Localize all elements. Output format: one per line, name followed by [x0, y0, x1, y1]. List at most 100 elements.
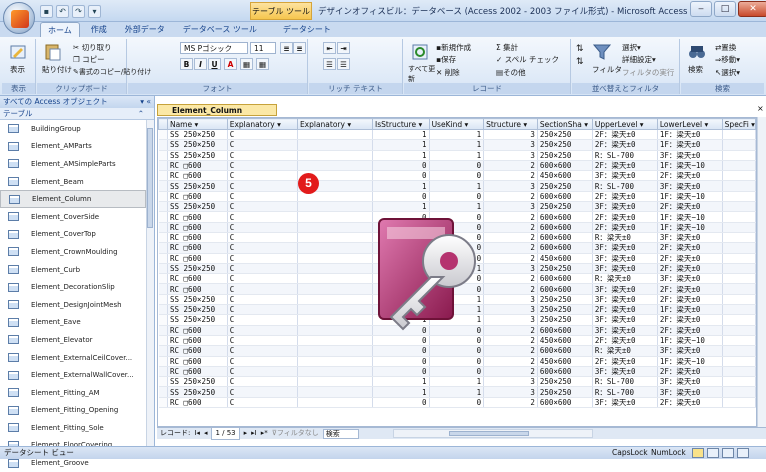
- table-cell[interactable]: RC □600: [167, 253, 228, 264]
- table-cell[interactable]: 600×600: [537, 160, 593, 172]
- table-cell[interactable]: C: [227, 335, 298, 347]
- table-row[interactable]: SS 250×250C113250×2503F：梁天±02F：梁天±0: [158, 201, 756, 213]
- table-cell[interactable]: 600×600: [537, 397, 593, 409]
- table-cell[interactable]: [722, 283, 756, 295]
- table-cell[interactable]: [722, 335, 756, 347]
- view-button-label[interactable]: 表示: [10, 64, 25, 75]
- delete-record-button[interactable]: ✕ 削除: [436, 67, 460, 78]
- table-cell[interactable]: [722, 386, 756, 398]
- table-cell[interactable]: 0: [429, 191, 485, 203]
- sort-ascending-icon[interactable]: ⇅: [576, 44, 584, 54]
- table-cell[interactable]: 600×600: [537, 366, 593, 378]
- table-cell[interactable]: [722, 160, 756, 172]
- nav-table-item[interactable]: Element_ExternalCeilCover...: [0, 349, 146, 367]
- table-cell[interactable]: 1F：梁天−10: [657, 191, 723, 203]
- column-header[interactable]: Explanatory ▾: [296, 118, 374, 130]
- table-cell[interactable]: 2F：梁天±0: [592, 304, 658, 316]
- table-cell[interactable]: [297, 366, 374, 378]
- table-cell[interactable]: C: [227, 366, 298, 378]
- table-cell[interactable]: 600×600: [537, 211, 593, 223]
- row-selector[interactable]: [158, 273, 168, 285]
- table-cell[interactable]: [297, 222, 374, 233]
- table-cell[interactable]: C: [227, 386, 298, 398]
- nav-table-item[interactable]: Element_AMParts: [0, 138, 146, 156]
- row-selector[interactable]: [158, 304, 168, 316]
- table-cell[interactable]: 250×250: [537, 376, 593, 388]
- minimize-button[interactable]: ‒: [690, 1, 712, 17]
- table-cell[interactable]: 2F：梁天±0: [592, 356, 658, 367]
- table-cell[interactable]: 2F：梁天±0: [657, 263, 723, 275]
- table-cell[interactable]: [297, 160, 374, 172]
- table-cell[interactable]: [722, 273, 756, 285]
- table-cell[interactable]: [297, 386, 374, 398]
- table-row[interactable]: SS 250×250 C 1 1 3 250×250 R：SL-700 3F：梁天±0: [158, 180, 756, 192]
- table-cell[interactable]: [722, 314, 756, 326]
- table-cell[interactable]: RC □600: [167, 232, 228, 244]
- table-cell[interactable]: C: [227, 304, 298, 316]
- table-cell[interactable]: SS 250×250: [167, 294, 228, 306]
- table-cell[interactable]: 1F：梁天±0: [657, 129, 723, 141]
- table-cell[interactable]: 450×600: [537, 253, 593, 264]
- table-cell[interactable]: C: [227, 180, 298, 192]
- table-cell[interactable]: 2F：梁天±0: [657, 314, 723, 326]
- table-cell[interactable]: [722, 232, 756, 244]
- row-selector[interactable]: [158, 242, 168, 254]
- table-row[interactable]: RC □600C002450×6003F：梁天±02F：梁天±0: [158, 170, 756, 182]
- table-cell[interactable]: 3: [483, 201, 538, 213]
- table-cell[interactable]: 0: [372, 366, 430, 378]
- row-selector[interactable]: [158, 211, 168, 223]
- row-selector[interactable]: [158, 397, 168, 409]
- table-cell[interactable]: RC □600: [167, 345, 228, 357]
- font-size-select[interactable]: 11: [250, 42, 276, 54]
- row-selector[interactable]: [158, 129, 168, 141]
- table-cell[interactable]: C: [227, 314, 298, 326]
- table-cell[interactable]: 2F：梁天±0: [592, 211, 658, 223]
- table-cell[interactable]: [722, 222, 756, 233]
- table-cell[interactable]: 600×600: [537, 222, 593, 233]
- save-icon[interactable]: ▪: [40, 4, 53, 18]
- fill-color-button[interactable]: ▦: [240, 58, 253, 70]
- table-cell[interactable]: C: [227, 139, 298, 151]
- table-cell[interactable]: 450×600: [537, 335, 593, 347]
- table-cell[interactable]: 3F：梁天±0: [592, 314, 658, 326]
- table-cell[interactable]: [297, 325, 374, 336]
- table-cell[interactable]: 1F：梁天−10: [657, 222, 723, 233]
- table-cell[interactable]: 3F：梁天±0: [592, 366, 658, 378]
- row-selector[interactable]: [158, 376, 168, 388]
- table-row[interactable]: SS 250×250 C 1 1 3 250×250 R：SL-700 3F：梁天±0: [158, 376, 756, 388]
- table-cell[interactable]: 0: [372, 160, 430, 172]
- table-cell[interactable]: [297, 150, 374, 161]
- table-cell[interactable]: C: [227, 253, 298, 264]
- table-cell[interactable]: [722, 325, 756, 336]
- table-cell[interactable]: 600×600: [537, 191, 593, 203]
- table-cell[interactable]: 3: [483, 386, 538, 398]
- horizontal-scroll-thumb[interactable]: [448, 431, 529, 436]
- table-cell[interactable]: C: [227, 170, 298, 182]
- table-cell[interactable]: SS 250×250: [167, 376, 228, 388]
- table-cell[interactable]: 3F：梁天±0: [592, 397, 658, 409]
- table-row[interactable]: SS 250×250 C 1 1 3 250×250 R：SL-700 3F：梁天±0: [158, 386, 756, 398]
- table-cell[interactable]: R：SL-700: [592, 386, 658, 398]
- nav-table-item[interactable]: Element_CoverTop: [0, 226, 146, 244]
- table-cell[interactable]: RC □600: [167, 283, 228, 295]
- table-cell[interactable]: [297, 335, 374, 347]
- table-cell[interactable]: C: [227, 201, 298, 213]
- table-cell[interactable]: 0: [372, 170, 430, 182]
- table-cell[interactable]: 1: [372, 129, 430, 141]
- table-cell[interactable]: 600×600: [537, 273, 593, 285]
- indent-button[interactable]: ⇤: [323, 42, 336, 54]
- table-cell[interactable]: 2: [483, 335, 538, 347]
- table-cell[interactable]: 0: [429, 366, 485, 378]
- table-cell[interactable]: C: [227, 242, 298, 254]
- table-cell[interactable]: 250×250: [537, 314, 593, 326]
- close-button[interactable]: ✕: [738, 1, 766, 17]
- bold-button[interactable]: B: [180, 58, 193, 70]
- table-cell[interactable]: 3F：梁天±0: [592, 170, 658, 182]
- table-cell[interactable]: [297, 273, 374, 285]
- table-cell[interactable]: [722, 201, 756, 213]
- table-cell[interactable]: RC □600: [167, 366, 228, 378]
- table-cell[interactable]: 3F：梁天±0: [657, 232, 723, 244]
- pivot-chart-view-icon[interactable]: [722, 448, 734, 458]
- column-dropdown-icon[interactable]: ▾: [637, 120, 644, 129]
- table-cell[interactable]: 3F：梁天±0: [592, 201, 658, 213]
